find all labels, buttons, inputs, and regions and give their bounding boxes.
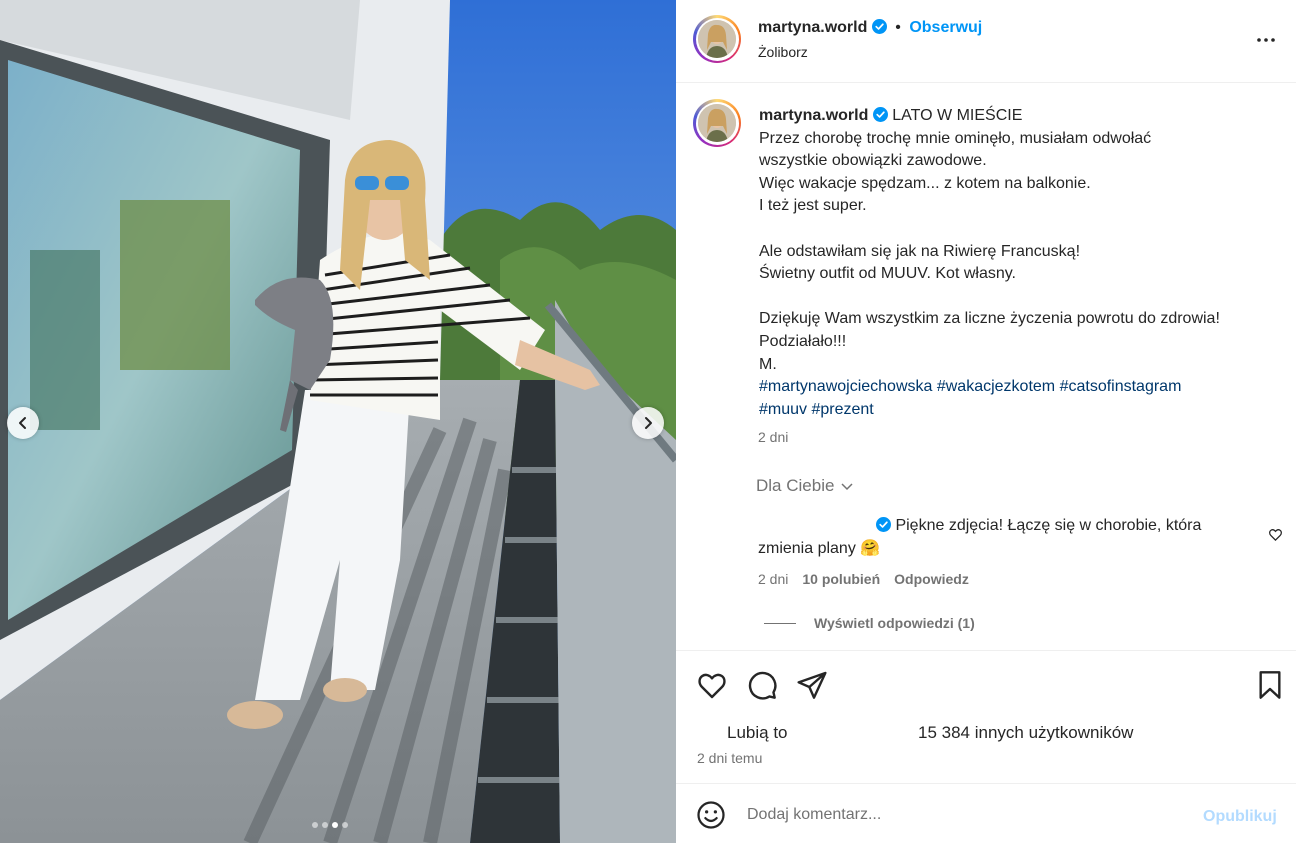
caption-line: Ale odstawiłam się jak na Riwierę Francu… [759,242,1081,260]
comment-meta: 2 dni 10 polubień Odpowiedz [758,571,969,587]
avatar-image [698,20,736,58]
caption-line: wszystkie obowiązki zawodowe. [759,152,987,170]
location-link[interactable]: Żoliborz [758,44,808,60]
more-options-icon[interactable] [1254,28,1278,52]
reply-button[interactable]: Odpowiedz [894,571,969,587]
carousel-dot [342,822,348,828]
chevron-down-icon [841,483,853,491]
caption-hashtags[interactable]: #martynawojciechowska #wakacjezkotem #ca… [759,376,1279,399]
caption-avatar[interactable] [693,99,741,147]
avatar-image [698,104,736,142]
post-photo[interactable] [0,0,676,843]
emoji-icon[interactable] [696,800,726,830]
view-replies-label: Wyświetl odpowiedzi (1) [814,615,975,631]
comments-filter-dropdown[interactable]: Dla Ciebie [756,476,854,496]
post-time[interactable]: 2 dni temu [697,750,762,766]
follow-button[interactable]: Obserwuj [909,19,982,36]
comment-icon[interactable] [746,669,778,701]
comment-input[interactable] [747,802,1177,828]
verified-badge-icon [871,19,887,34]
carousel-dot-active [332,822,338,828]
comment-like-heart-icon[interactable] [1268,527,1283,542]
caption-line: Podziałało!!! [759,332,847,350]
comment-text-line: zmienia plany [758,540,856,557]
carousel-dot [322,822,328,828]
post-header: martyna.world • Obserwuj Żoliborz [676,0,1296,83]
comment-likes[interactable]: 10 polubień [802,571,880,587]
caption-line: Świetny outfit od MUUV. Kot własny. [759,265,1016,283]
comments-filter-label: Dla Ciebie [756,476,835,495]
replies-divider [764,622,796,624]
save-icon[interactable] [1254,669,1286,701]
comment-time[interactable]: 2 dni [758,571,788,587]
comment-item: Piękne zdjęcia! Łączę się w chorobie, kt… [758,514,1228,560]
caption-username[interactable]: martyna.world [759,107,868,124]
heart-icon[interactable] [696,669,728,701]
header-user-line: martyna.world • Obserwuj [758,19,982,37]
carousel-dots [312,822,348,828]
avatar[interactable] [693,15,741,63]
photo-scene [0,0,676,843]
caption-blank-line [759,218,1279,241]
caption-blank-line [759,286,1279,309]
hugging-face-emoji-icon: 🤗 [860,540,881,557]
post-details-panel: martyna.world • Obserwuj Żoliborz martyn… [676,0,1296,843]
verified-badge-icon [876,517,891,532]
caption-line: I też jest super. [759,197,867,215]
share-icon[interactable] [796,669,828,701]
caption-line: M. [759,355,777,373]
view-replies-button[interactable]: Wyświetl odpowiedzi (1) [764,615,975,631]
caption-line: Więc wakacje spędzam... z kotem na balko… [759,174,1091,192]
likes-count[interactable]: 15 384 innych użytkowników [918,723,1133,743]
header-separator: • [895,19,901,36]
add-comment-bar: Opublikuj [676,784,1296,843]
likes-prefix: Lubią to [727,723,788,742]
caption-text: martyna.world LATO W MIEŚCIE Przez choro… [759,105,1279,421]
post-actions: Lubią to 15 384 innych użytkowników 2 dn… [676,650,1296,784]
chevron-right-icon [645,417,652,429]
caption-hashtags[interactable]: #muuv #prezent [759,399,1279,422]
verified-badge-icon [872,107,888,122]
carousel-dot [312,822,318,828]
caption-line: Przez chorobę trochę mnie ominęło, musia… [759,129,1152,147]
caption-title: LATO W MIEŚCIE [892,107,1023,124]
next-photo-button[interactable] [632,407,664,439]
chevron-left-icon [19,417,26,429]
caption-time[interactable]: 2 dni [758,429,788,445]
previous-photo-button[interactable] [7,407,39,439]
header-username[interactable]: martyna.world [758,19,867,36]
caption-line: Dziękuję Wam wszystkim za liczne życzeni… [759,310,1220,328]
comment-text-line: Piękne zdjęcia! Łączę się w chorobie, kt… [895,517,1202,534]
publish-button[interactable]: Opublikuj [1203,808,1277,826]
